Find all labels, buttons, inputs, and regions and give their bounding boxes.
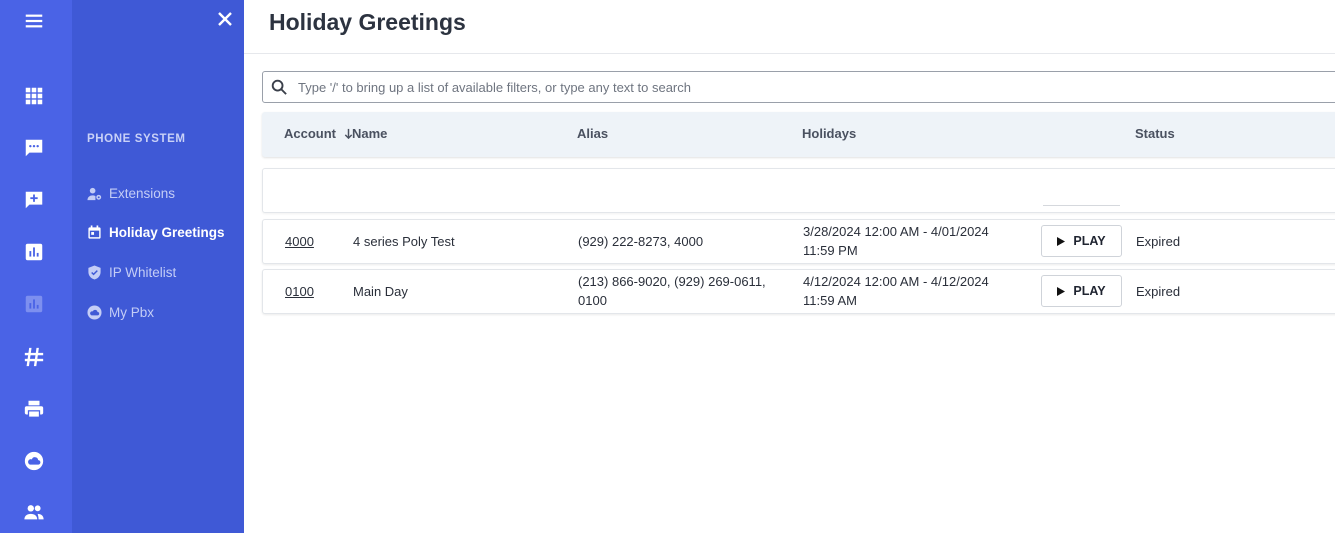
chat-icon[interactable] (22, 136, 46, 160)
analytics-dim-icon[interactable] (22, 292, 46, 316)
table-header: Account Name Alias Holidays Status (262, 112, 1335, 157)
play-button-label: PLAY (1073, 234, 1106, 248)
hashtag-icon[interactable] (22, 345, 46, 369)
table-row[interactable]: 0100 Main Day (213) 866-9020, (929) 269-… (262, 269, 1335, 314)
status-text: Expired (1136, 234, 1181, 249)
play-icon (1057, 236, 1066, 246)
sidebar-item-label: Extensions (109, 185, 176, 201)
sidebar-item-label: IP Whitelist (109, 264, 177, 280)
alias-text: (213) 866-9020, (929) 269-0611, 0100 (578, 272, 766, 310)
divider (1196, 169, 1335, 170)
search-icon (271, 79, 287, 95)
sidebar-item-my-pbx[interactable]: My Pbx (87, 302, 154, 322)
column-header-holidays[interactable]: Holidays (802, 126, 856, 141)
alias-line: (929) 222-8273, 4000 (578, 234, 704, 249)
holidays-line: 11:59 PM (803, 243, 858, 258)
divider (1043, 205, 1120, 206)
cloud-icon (87, 304, 102, 320)
close-icon (218, 12, 232, 26)
person-gear-icon (87, 187, 102, 200)
close-sidebar-button[interactable] (215, 9, 235, 29)
greeting-name: Main Day (353, 284, 408, 299)
people-icon[interactable] (22, 500, 46, 524)
holidays-line: 4/12/2024 12:00 AM - 4/12/2024 (803, 274, 989, 289)
apps-grid-icon[interactable] (22, 84, 46, 108)
divider (244, 53, 1335, 54)
play-button-label: PLAY (1073, 284, 1106, 298)
search-bar[interactable] (262, 71, 1335, 103)
calendar-icon (88, 224, 101, 239)
add-comment-icon[interactable] (22, 188, 46, 212)
analytics-icon[interactable] (22, 240, 46, 264)
sidebar-item-extensions[interactable]: Extensions (87, 183, 175, 203)
column-header-account[interactable]: Account (284, 126, 354, 141)
alias-text: (929) 222-8273, 4000 (578, 232, 703, 251)
column-header-name[interactable]: Name (352, 126, 387, 141)
shield-icon (88, 264, 101, 280)
sidebar: PHONE SYSTEM Extensions Holiday Greeting… (72, 0, 244, 533)
play-icon (1057, 286, 1066, 296)
sidebar-item-ip-whitelist[interactable]: IP Whitelist (87, 262, 176, 282)
account-link[interactable]: 4000 (285, 232, 314, 251)
status-text: Expired (1136, 284, 1181, 299)
cloud-icon[interactable] (22, 449, 46, 473)
column-header-label: Account (284, 126, 336, 141)
play-button[interactable]: PLAY (1041, 225, 1122, 257)
column-header-status[interactable]: Status (1135, 126, 1175, 141)
sidebar-item-holiday-greetings[interactable]: Holiday Greetings (87, 222, 225, 242)
table-row[interactable]: 4000 4 series Poly Test (929) 222-8273, … (262, 219, 1335, 264)
play-button[interactable]: PLAY (1041, 275, 1122, 307)
alias-line: (213) 866-9020, (929) 269-0611, (578, 274, 766, 289)
empty-table-row (262, 168, 1335, 213)
holidays-text: 3/28/2024 12:00 AM - 4/01/2024 11:59 PM (803, 222, 989, 260)
sidebar-item-label: Holiday Greetings (109, 224, 225, 240)
menu-icon[interactable] (22, 9, 46, 33)
holidays-text: 4/12/2024 12:00 AM - 4/12/2024 11:59 AM (803, 272, 989, 310)
holidays-line: 11:59 AM (803, 293, 857, 308)
search-input[interactable] (298, 77, 1335, 97)
sidebar-item-label: My Pbx (109, 304, 155, 320)
icon-rail (0, 0, 72, 533)
account-link[interactable]: 0100 (285, 282, 314, 301)
holidays-line: 3/28/2024 12:00 AM - 4/01/2024 (803, 224, 989, 239)
page-title: Holiday Greetings (269, 9, 466, 35)
main-content: Holiday Greetings Account Name Alias Hol… (244, 0, 1335, 533)
greeting-name: 4 series Poly Test (353, 234, 455, 249)
sidebar-section-title: PHONE SYSTEM (87, 133, 186, 145)
alias-line: 0100 (578, 293, 607, 308)
printer-icon[interactable] (22, 397, 46, 421)
column-header-alias[interactable]: Alias (577, 126, 608, 141)
